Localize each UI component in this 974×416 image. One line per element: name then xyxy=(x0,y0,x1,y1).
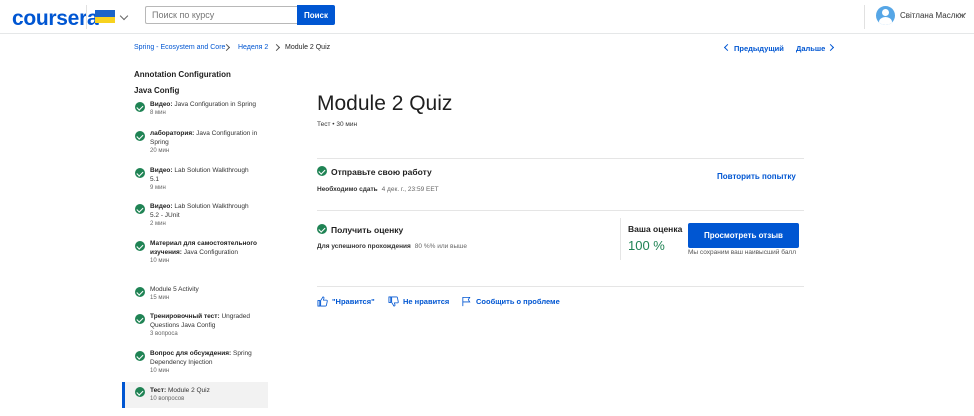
highest-score-note: Мы сохраним ваш наивысший балл xyxy=(688,249,797,256)
sidebar-subsection-title: Java Config xyxy=(134,86,180,95)
header-divider xyxy=(864,5,865,29)
breadcrumb-course[interactable]: Spring - Ecosystem and Core xyxy=(134,44,225,51)
completed-check-icon xyxy=(135,241,145,251)
chevron-down-icon[interactable] xyxy=(119,11,129,21)
sidebar-item[interactable]: Module 5 Activity 15 мин xyxy=(122,285,268,307)
user-name[interactable]: Світлана Маслюк xyxy=(900,11,965,20)
divider xyxy=(317,210,804,211)
retry-button[interactable]: Повторить попытку xyxy=(717,172,796,181)
breadcrumb-week[interactable]: Неделя 2 xyxy=(238,44,268,51)
previous-link[interactable]: Предыдущий xyxy=(734,44,784,53)
sidebar-item[interactable]: лаборатория: Java Configuration in Sprin… xyxy=(122,129,268,159)
completed-check-icon xyxy=(135,168,145,178)
top-bar: coursera Поиск Світлана Маслюк xyxy=(0,0,974,34)
flag-icon xyxy=(462,296,471,307)
your-grade-label: Ваша оценка xyxy=(628,224,683,234)
completed-check-icon xyxy=(135,387,145,397)
grade-check-icon xyxy=(317,224,327,234)
sidebar-item-active[interactable]: Тест: Module 2 Quiz 10 вопросов xyxy=(122,382,268,408)
avatar[interactable] xyxy=(876,6,895,25)
grade-heading: Получить оценку xyxy=(331,225,404,235)
dislike-button[interactable]: Не нравится xyxy=(388,296,449,307)
breadcrumb-current: Module 2 Quiz xyxy=(285,44,331,51)
ukraine-flag-icon[interactable] xyxy=(95,10,115,23)
completed-check-icon xyxy=(135,314,145,324)
completed-check-icon xyxy=(135,287,145,297)
chevron-right-icon[interactable] xyxy=(826,43,835,52)
submit-heading: Отправьте свою работу xyxy=(331,167,432,177)
pass-requirement: Для успешного прохождения 80 %% или выше xyxy=(317,243,468,250)
sidebar-section-title: Annotation Configuration xyxy=(134,70,231,79)
chevron-left-icon[interactable] xyxy=(723,43,732,52)
thumbs-down-icon xyxy=(388,296,399,307)
completed-check-icon xyxy=(135,351,145,361)
your-grade-value: 100 % xyxy=(628,238,665,253)
completed-check-icon xyxy=(135,204,145,214)
report-problem-button[interactable]: Сообщить о проблеме xyxy=(461,296,560,307)
divider xyxy=(317,286,804,287)
divider xyxy=(317,158,804,159)
due-date: Необходимо сдать 4 дек. г., 23:59 EET xyxy=(317,186,439,193)
sidebar-item[interactable]: Видео: Lab Solution Walkthrough 5.1 9 мин xyxy=(122,166,268,196)
header-divider xyxy=(86,5,87,29)
thumbs-up-icon xyxy=(317,296,328,307)
next-link[interactable]: Дальше xyxy=(796,44,825,53)
sidebar-item[interactable]: Видео: Lab Solution Walkthrough 5.2 - JU… xyxy=(122,202,268,232)
completed-check-icon xyxy=(135,131,145,141)
completed-check-icon xyxy=(135,102,145,112)
search-button[interactable]: Поиск xyxy=(297,5,335,25)
sidebar-item[interactable]: Видео: Java Configuration in Spring 8 мин xyxy=(122,100,268,122)
search-input[interactable] xyxy=(145,6,297,24)
view-feedback-button[interactable]: Просмотреть отзыв xyxy=(688,223,799,248)
page-subtitle: Тест • 30 мин xyxy=(317,121,358,128)
submitted-check-icon xyxy=(317,166,327,176)
chevron-right-icon xyxy=(272,43,281,52)
sidebar-item[interactable]: Вопрос для обсуждения: Spring Dependency… xyxy=(122,349,268,379)
page-title: Module 2 Quiz xyxy=(317,92,453,115)
sidebar-item[interactable]: Тренировочный тест: Ungraded Questions J… xyxy=(122,312,268,342)
like-button[interactable]: "Нравится" xyxy=(317,296,375,307)
sidebar-item[interactable]: Материал для самостоятельного изучения: … xyxy=(122,239,268,277)
divider xyxy=(620,218,621,260)
